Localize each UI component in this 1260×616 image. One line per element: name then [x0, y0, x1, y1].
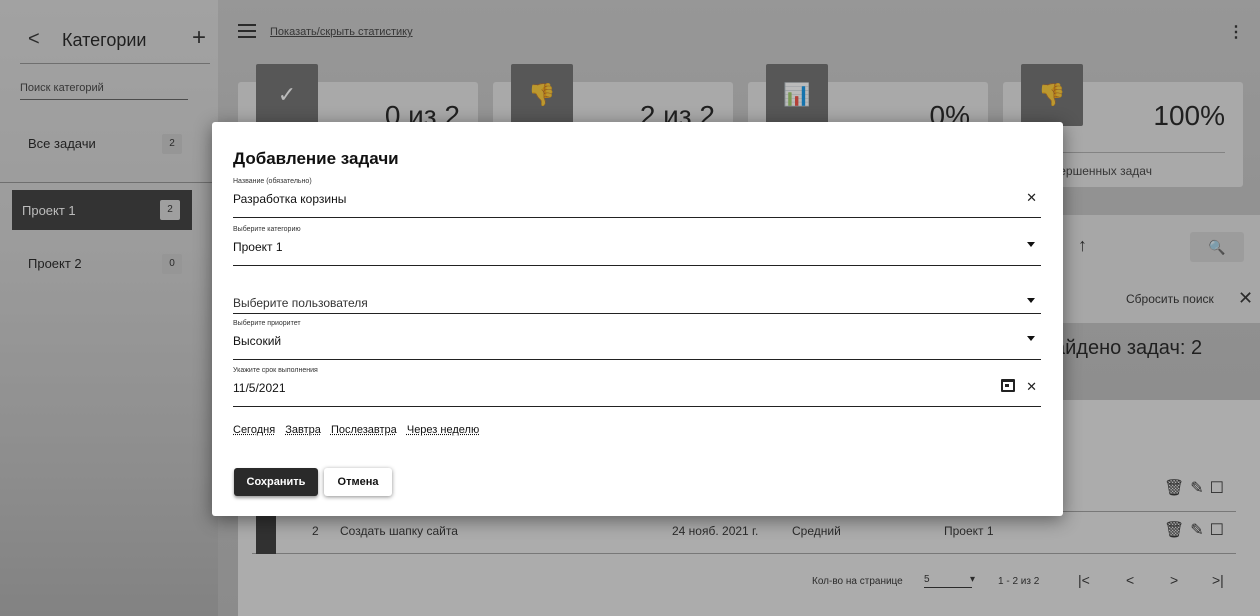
field-label: Выберите категорию [233, 226, 301, 233]
due-date-input[interactable]: 11/5/2021 [233, 381, 286, 395]
task-name-input[interactable]: Разработка корзины [233, 192, 346, 206]
task-name-field[interactable]: Название (обязательно) Разработка корзин… [233, 178, 1041, 218]
dialog-title: Добавление задачи [233, 149, 399, 168]
dropdown-caret-icon [1027, 242, 1035, 247]
priority-select[interactable]: Выберите приоритет Высокий [233, 320, 1041, 360]
field-label: Выберите приоритет [233, 320, 301, 327]
clear-icon[interactable]: ✕ [1026, 190, 1037, 206]
field-label: Название (обязательно) [233, 178, 312, 185]
category-value: Проект 1 [233, 240, 283, 254]
save-button[interactable]: Сохранить [234, 468, 318, 496]
cancel-button[interactable]: Отмена [324, 468, 392, 496]
calendar-icon[interactable] [1001, 379, 1015, 392]
quick-date-next-week[interactable]: Через неделю [407, 424, 479, 436]
quick-date-links: Сегодня Завтра Послезавтра Через неделю [233, 424, 486, 436]
dropdown-caret-icon [1027, 336, 1035, 341]
field-label: Укажите срок выполнения [233, 367, 318, 374]
dropdown-caret-icon [1027, 298, 1035, 303]
quick-date-day-after[interactable]: Послезавтра [331, 424, 397, 436]
quick-date-today[interactable]: Сегодня [233, 424, 275, 436]
quick-date-tomorrow[interactable]: Завтра [285, 424, 321, 436]
clear-icon[interactable]: ✕ [1026, 379, 1037, 395]
user-placeholder: Выберите пользователя [233, 296, 368, 310]
category-select[interactable]: Выберите категорию Проект 1 [233, 226, 1041, 266]
user-select[interactable]: Выберите пользователя [233, 274, 1041, 314]
due-date-field[interactable]: Укажите срок выполнения 11/5/2021 ✕ [233, 367, 1041, 407]
priority-value: Высокий [233, 334, 282, 348]
add-task-dialog: Добавление задачи Название (обязательно)… [212, 122, 1063, 516]
